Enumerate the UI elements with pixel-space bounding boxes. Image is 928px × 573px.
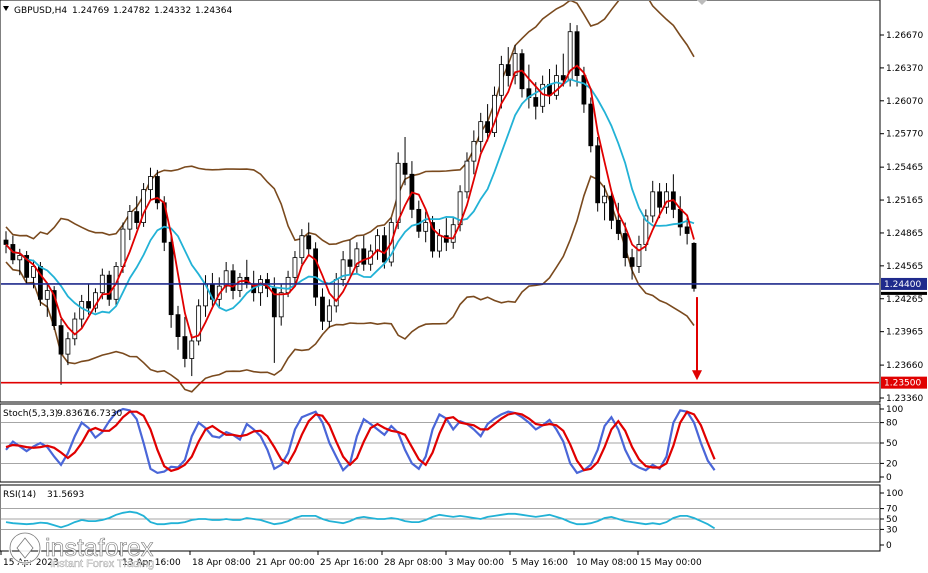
price-tick-label: 1.23360 <box>886 394 923 404</box>
symbol-label: GBPUSD,H4 <box>14 6 67 16</box>
stoch-tick-label: 100 <box>886 405 903 415</box>
price-tick-label: 1.23965 <box>886 328 923 338</box>
price-tick-label: 1.23660 <box>886 361 923 371</box>
price-tick-label: 1.25770 <box>886 130 923 140</box>
watermark-tagline: Instant Forex Trading <box>50 558 154 570</box>
rsi-tick-label: 100 <box>886 489 903 499</box>
time-tick-label: 3 May 00:00 <box>448 558 504 568</box>
rsi-tick-label: 30 <box>886 525 898 535</box>
time-tick-label: 15 May 00:00 <box>640 558 702 568</box>
price-tick-label: 1.24565 <box>886 262 923 272</box>
ohlc-high: 1.24782 <box>113 6 150 16</box>
time-tick-label: 10 May 08:00 <box>576 558 638 568</box>
stoch-value-signal: 16.7330 <box>85 409 122 419</box>
price-tick-label: 1.25165 <box>886 196 923 206</box>
time-tick-label: 18 Apr 08:00 <box>192 558 251 568</box>
candle <box>588 97 594 153</box>
stoch-tick-label: 20 <box>886 459 898 469</box>
rsi-tick-label: 50 <box>886 515 898 525</box>
price-tick-label: 1.24865 <box>886 229 923 239</box>
ohlc-low: 1.24332 <box>154 6 191 16</box>
current-price-marker <box>881 291 927 295</box>
trading-chart[interactable]: 1.26670 1.26370 1.26070 1.25770 1.25465 1.251… <box>0 0 928 573</box>
rsi-tick-label: 0 <box>886 541 892 551</box>
rsi-label: RSI(14) <box>3 490 36 500</box>
time-tick-label: 5 May 16:00 <box>512 558 568 568</box>
candle <box>168 233 174 328</box>
time-tick-label: 28 Apr 08:00 <box>384 558 443 568</box>
price-tick-label: 1.24265 <box>886 295 923 305</box>
price-tick-label: 1.26370 <box>886 64 923 74</box>
rsi-value: 31.5693 <box>47 490 84 500</box>
ohlc-close: 1.24364 <box>195 6 232 16</box>
stoch-value-main: 9.8367 <box>57 409 89 419</box>
price-axis: 1.26670 1.26370 1.26070 1.25770 1.25465 1.251… <box>880 31 927 404</box>
candle <box>141 183 147 227</box>
stoch-tick-label: 50 <box>886 439 898 449</box>
candle <box>196 299 202 346</box>
candle <box>595 136 601 212</box>
ohlc-open: 1.24769 <box>72 6 109 16</box>
time-tick-label: 25 Apr 16:00 <box>320 558 379 568</box>
level-tag-label: 1.23500 <box>884 379 921 389</box>
time-tick-label: 21 Apr 00:00 <box>256 558 315 568</box>
candle <box>313 242 319 306</box>
stoch-label: Stoch(5,3,3) <box>3 409 58 419</box>
price-tick-label: 1.26670 <box>886 31 923 41</box>
level-tag-label: 1.24400 <box>884 280 921 290</box>
stoch-tick-label: 80 <box>886 419 898 429</box>
stoch-header: Stoch(5,3,3) 9.8367 16.7330 <box>3 409 122 419</box>
rsi-tick-label: 70 <box>886 505 898 515</box>
main-header: GBPUSD,H4 1.24769 1.24782 1.24332 1.2436… <box>3 6 232 16</box>
stoch-tick-label: 0 <box>886 473 892 483</box>
price-tick-label: 1.25465 <box>886 163 923 173</box>
candle <box>567 22 573 87</box>
price-tick-label: 1.26070 <box>886 97 923 107</box>
